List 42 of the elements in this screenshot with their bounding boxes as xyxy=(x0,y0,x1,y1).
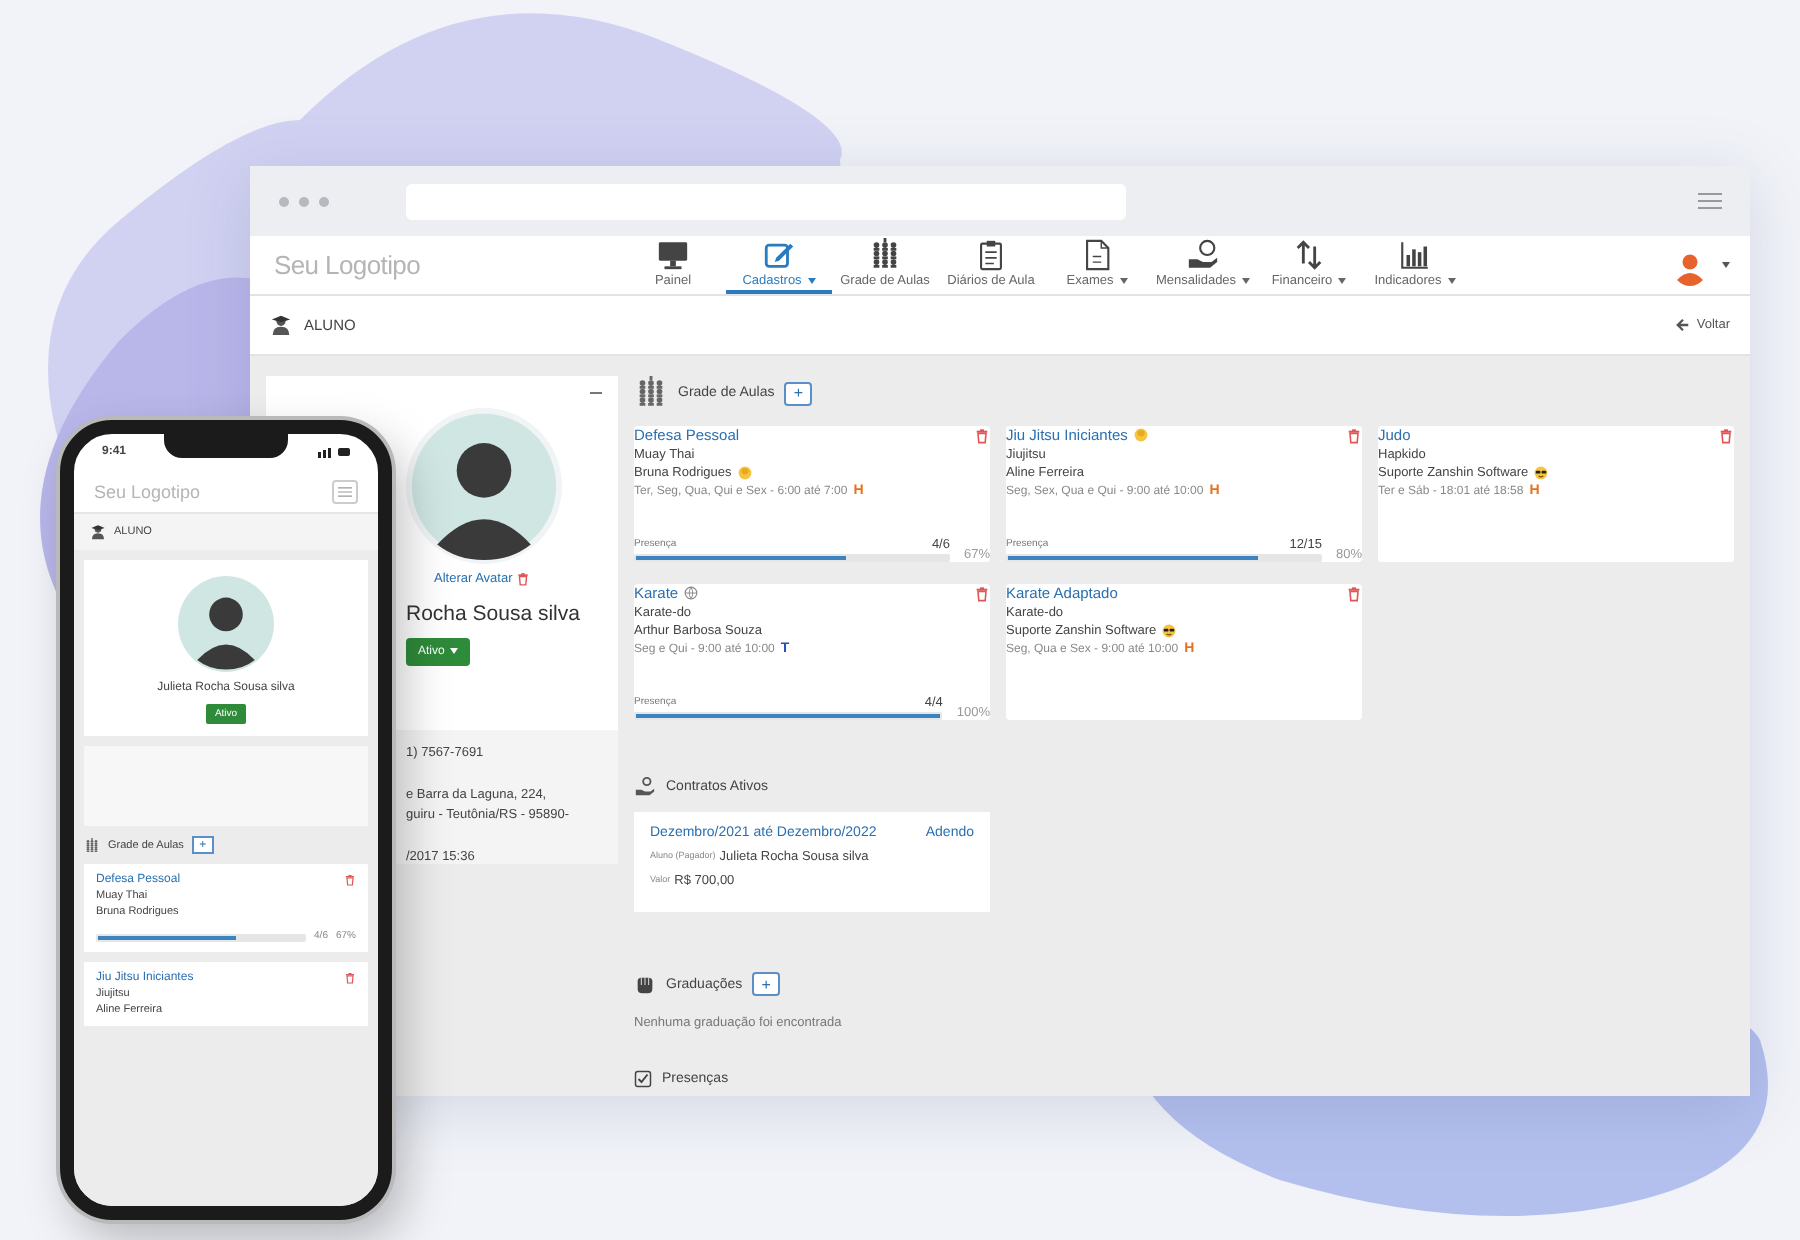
caret-icon xyxy=(1722,262,1730,268)
globe-icon xyxy=(684,586,699,600)
trash-icon[interactable] xyxy=(1346,427,1362,443)
student-icon xyxy=(270,314,292,336)
trash-icon[interactable] xyxy=(1346,585,1362,601)
trash-icon[interactable] xyxy=(974,585,990,601)
status-icons xyxy=(318,446,350,458)
checkbox-icon xyxy=(634,1070,652,1088)
student-icon xyxy=(90,524,106,540)
add-button[interactable]: + xyxy=(752,972,781,996)
window-dots-icon xyxy=(278,195,330,207)
trash-icon[interactable] xyxy=(974,427,990,443)
trash-icon[interactable] xyxy=(344,874,356,886)
arrow-left-icon xyxy=(1676,318,1691,332)
menu-icon[interactable] xyxy=(1698,192,1722,210)
arrows-icon xyxy=(1292,238,1326,272)
avatar-silhouette xyxy=(178,576,274,672)
phone-notch xyxy=(164,434,288,458)
people-grid-icon xyxy=(868,238,902,272)
trash-icon[interactable] xyxy=(1718,427,1734,443)
add-button[interactable]: + xyxy=(784,381,813,405)
sunglasses-face-icon xyxy=(1534,466,1549,480)
emoji-icon xyxy=(737,466,752,480)
trash-icon[interactable] xyxy=(344,972,356,984)
document-icon xyxy=(1080,238,1114,272)
menu-icon xyxy=(338,485,352,497)
people-grid-icon xyxy=(634,376,668,410)
student-name: Rocha Sousa silva xyxy=(406,602,580,626)
trash-icon[interactable] xyxy=(516,572,531,586)
menu-button[interactable] xyxy=(332,479,358,503)
logo-text: Seu Logotipo xyxy=(94,481,201,501)
people-grid-icon xyxy=(84,837,100,853)
clipboard-icon xyxy=(974,238,1008,272)
bar-chart-icon xyxy=(1398,238,1432,272)
hand-coin-icon xyxy=(1186,238,1220,272)
sunglasses-face-icon xyxy=(1162,624,1177,638)
contract-icon xyxy=(634,776,656,798)
monitor-icon xyxy=(656,238,690,272)
pencil-square-icon xyxy=(762,238,796,272)
caret-icon xyxy=(450,647,459,654)
emoji-icon xyxy=(1133,428,1148,442)
logo-text: Seu Logotipo xyxy=(272,248,423,284)
